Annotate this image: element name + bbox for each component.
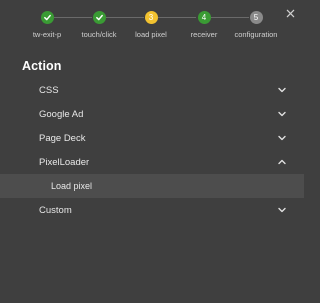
accordion-item-google-ad[interactable]: Google Ad [0, 102, 304, 126]
accordion-label: Page Deck [39, 132, 86, 144]
step-number: 4 [201, 12, 207, 22]
step-configuration[interactable]: 5 configuration [221, 10, 291, 39]
chevron-down-icon [277, 133, 287, 143]
accordion-label: Google Ad [39, 108, 84, 120]
step-dot [40, 11, 54, 24]
accordion-subitem-label: Load pixel [51, 181, 93, 191]
accordion-label: PixelLoader [39, 156, 90, 168]
accordion-subitem-load-pixel[interactable]: Load pixel [0, 174, 304, 198]
accordion-item-page-deck[interactable]: Page Deck [0, 126, 304, 150]
wizard-panel: tw-exit-p touch/click 3 load pixel 4 rec… [0, 0, 304, 303]
step-number-badge: 3 [144, 11, 158, 24]
accordion-item-custom[interactable]: Custom [0, 198, 304, 222]
step-dot [92, 11, 106, 24]
chevron-up-icon [277, 157, 287, 167]
close-icon [286, 9, 294, 17]
chevron-down-icon [277, 205, 287, 215]
step-label: configuration [234, 30, 278, 39]
accordion-item-pixelloader[interactable]: PixelLoader [0, 150, 304, 174]
checkmark-icon [43, 14, 51, 21]
accordion-label: CSS [39, 84, 59, 96]
step-number: 3 [148, 12, 154, 22]
close-button[interactable] [285, 8, 295, 18]
checkmark-icon [95, 14, 103, 21]
accordion-item-css[interactable]: CSS [0, 78, 304, 102]
chevron-down-icon [277, 109, 287, 119]
stepper: tw-exit-p touch/click 3 load pixel 4 rec… [0, 0, 304, 48]
chevron-down-icon [277, 85, 287, 95]
action-accordion: CSS Google Ad Page Deck PixelLoader Load [0, 78, 304, 222]
step-number-badge: 4 [197, 11, 211, 24]
section-title: Action [22, 59, 62, 73]
step-number-badge: 5 [249, 11, 263, 24]
step-number: 5 [253, 12, 259, 22]
accordion-label: Custom [39, 204, 72, 216]
